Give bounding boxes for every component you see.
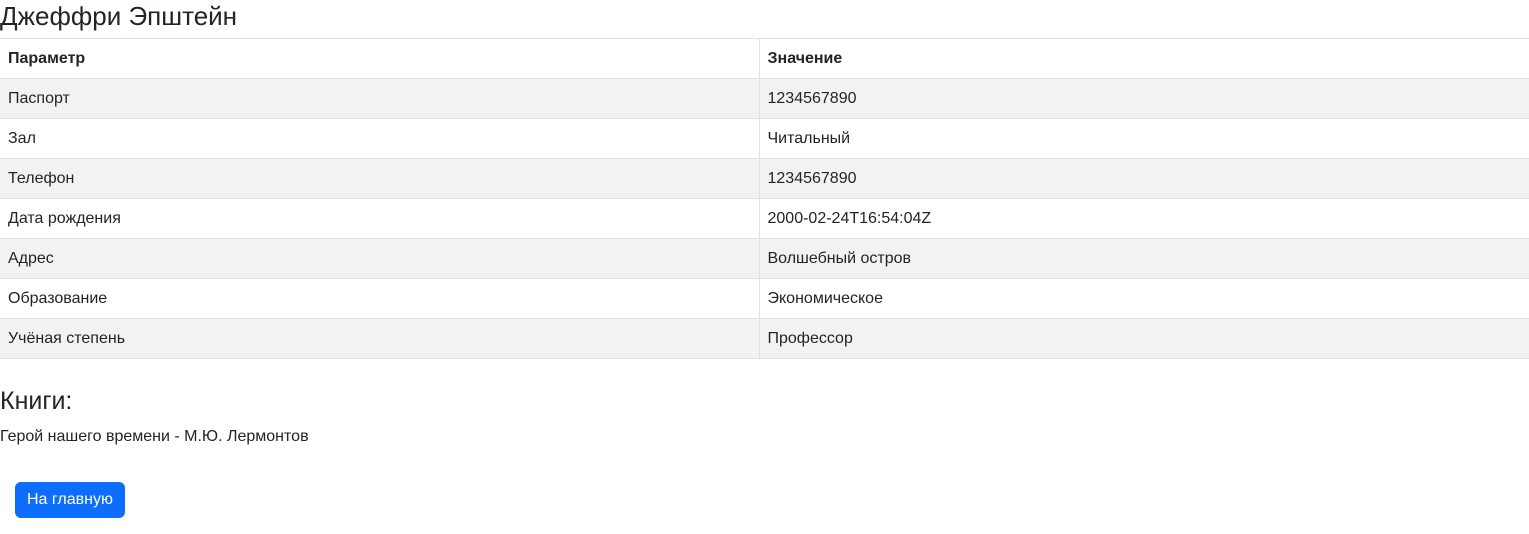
row-param-birth-date: Дата рождения [0, 198, 760, 239]
table-row: Зал Читальный [0, 118, 1529, 159]
table-header: Параметр Значение [0, 38, 1529, 79]
reader-params-table: Параметр Значение Паспорт 1234567890 Зал… [0, 38, 1529, 359]
table-row: Учёная степень Профессор [0, 318, 1529, 359]
row-param-phone: Телефон [0, 158, 760, 199]
page-title: Джеффри Эпштейн [0, 1, 238, 31]
row-param-passport: Паспорт [0, 78, 760, 119]
table-row: Образование Экономическое [0, 278, 1529, 319]
row-value-phone: 1234567890 [759, 158, 1529, 199]
row-value-education: Экономическое [759, 278, 1529, 319]
home-button[interactable]: На главную [15, 482, 125, 518]
reader-profile-page: Джеффри Эпштейн Параметр Значение Паспор… [0, 0, 1529, 534]
row-param-hall: Зал [0, 118, 760, 159]
row-value-passport: 1234567890 [759, 78, 1529, 119]
column-header-value: Значение [759, 38, 1529, 79]
table-row: Дата рождения 2000-02-24T16:54:04Z [0, 198, 1529, 239]
row-value-hall: Читальный [759, 118, 1529, 159]
table-body: Паспорт 1234567890 Зал Читальный Телефон… [0, 78, 1529, 359]
row-value-address: Волшебный остров [759, 238, 1529, 279]
row-param-education: Образование [0, 278, 760, 319]
table-row: Телефон 1234567890 [0, 158, 1529, 199]
row-param-degree: Учёная степень [0, 318, 760, 359]
row-value-birth-date: 2000-02-24T16:54:04Z [759, 198, 1529, 239]
row-value-degree: Профессор [759, 318, 1529, 359]
column-header-param: Параметр [0, 38, 760, 79]
table-row: Адрес Волшебный остров [0, 238, 1529, 279]
book-item: Герой нашего времени - М.Ю. Лермонтов [0, 428, 309, 445]
row-param-address: Адрес [0, 238, 760, 279]
table-row: Паспорт 1234567890 [0, 78, 1529, 119]
table-header-row: Параметр Значение [0, 38, 1529, 79]
books-section-title: Книги: [0, 387, 73, 415]
